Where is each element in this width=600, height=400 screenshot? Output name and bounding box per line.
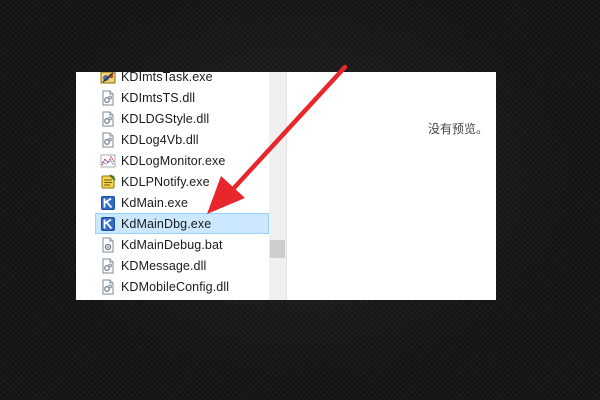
scrollbar-thumb[interactable] xyxy=(270,240,285,258)
notify-app-icon xyxy=(100,173,116,190)
monitor-app-icon xyxy=(100,153,116,169)
dll-file-icon xyxy=(100,132,116,148)
file-item-kdlog4vb[interactable]: KDLog4Vb.dll xyxy=(95,129,269,150)
file-item-kdlogmonitor[interactable]: KDLogMonitor.exe xyxy=(95,150,269,171)
file-list: KDImtsTask.exe KDImtsTS.dll KDLDGStyle.d… xyxy=(76,72,269,300)
file-list-items: KDImtsTask.exe KDImtsTS.dll KDLDGStyle.d… xyxy=(95,72,269,297)
file-name: KDMobileConfig.dll xyxy=(121,279,230,294)
file-item-kdmaindebug[interactable]: KdMainDebug.bat xyxy=(95,234,269,255)
file-item-kdmaindbg[interactable]: KdMainDbg.exe xyxy=(95,213,269,234)
kd-app-icon xyxy=(100,216,116,232)
dll-file-icon xyxy=(100,258,116,274)
file-name: KDImtsTask.exe xyxy=(121,72,213,84)
file-name: KDImtsTS.dll xyxy=(121,90,196,105)
dll-file-icon xyxy=(100,90,116,106)
file-name: KDMessage.dll xyxy=(121,258,207,273)
no-preview-message: 没有预览。 xyxy=(428,122,489,136)
file-name: KdMainDebug.bat xyxy=(121,237,223,252)
preview-pane: 没有预览。 xyxy=(287,72,496,300)
file-name: KdMainDbg.exe xyxy=(121,216,212,231)
file-item-kdimtsts[interactable]: KDImtsTS.dll xyxy=(95,87,269,108)
file-item-kdimtstask[interactable]: KDImtsTask.exe xyxy=(95,72,269,87)
file-explorer-window: KDImtsTask.exe KDImtsTS.dll KDLDGStyle.d… xyxy=(76,72,496,300)
file-name: KdMain.exe xyxy=(121,195,189,210)
file-name: KDLog4Vb.dll xyxy=(121,132,199,147)
dll-file-icon xyxy=(100,279,116,295)
dll-file-icon xyxy=(100,111,116,127)
file-name: KDLDGStyle.dll xyxy=(121,111,210,126)
batch-file-icon xyxy=(100,237,116,253)
file-item-kdmobileconfig[interactable]: KDMobileConfig.dll xyxy=(95,276,269,297)
gear-app-icon xyxy=(100,72,116,85)
file-item-kdmain[interactable]: KdMain.exe xyxy=(95,192,269,213)
file-name: KDLogMonitor.exe xyxy=(121,153,226,168)
file-name: KDLPNotify.exe xyxy=(121,174,210,189)
kd-app-icon xyxy=(100,195,116,211)
vertical-scrollbar[interactable] xyxy=(269,72,286,300)
file-item-kdmessage[interactable]: KDMessage.dll xyxy=(95,255,269,276)
file-item-kdlpnotify[interactable]: KDLPNotify.exe xyxy=(95,171,269,192)
file-item-kdldgstyle[interactable]: KDLDGStyle.dll xyxy=(95,108,269,129)
